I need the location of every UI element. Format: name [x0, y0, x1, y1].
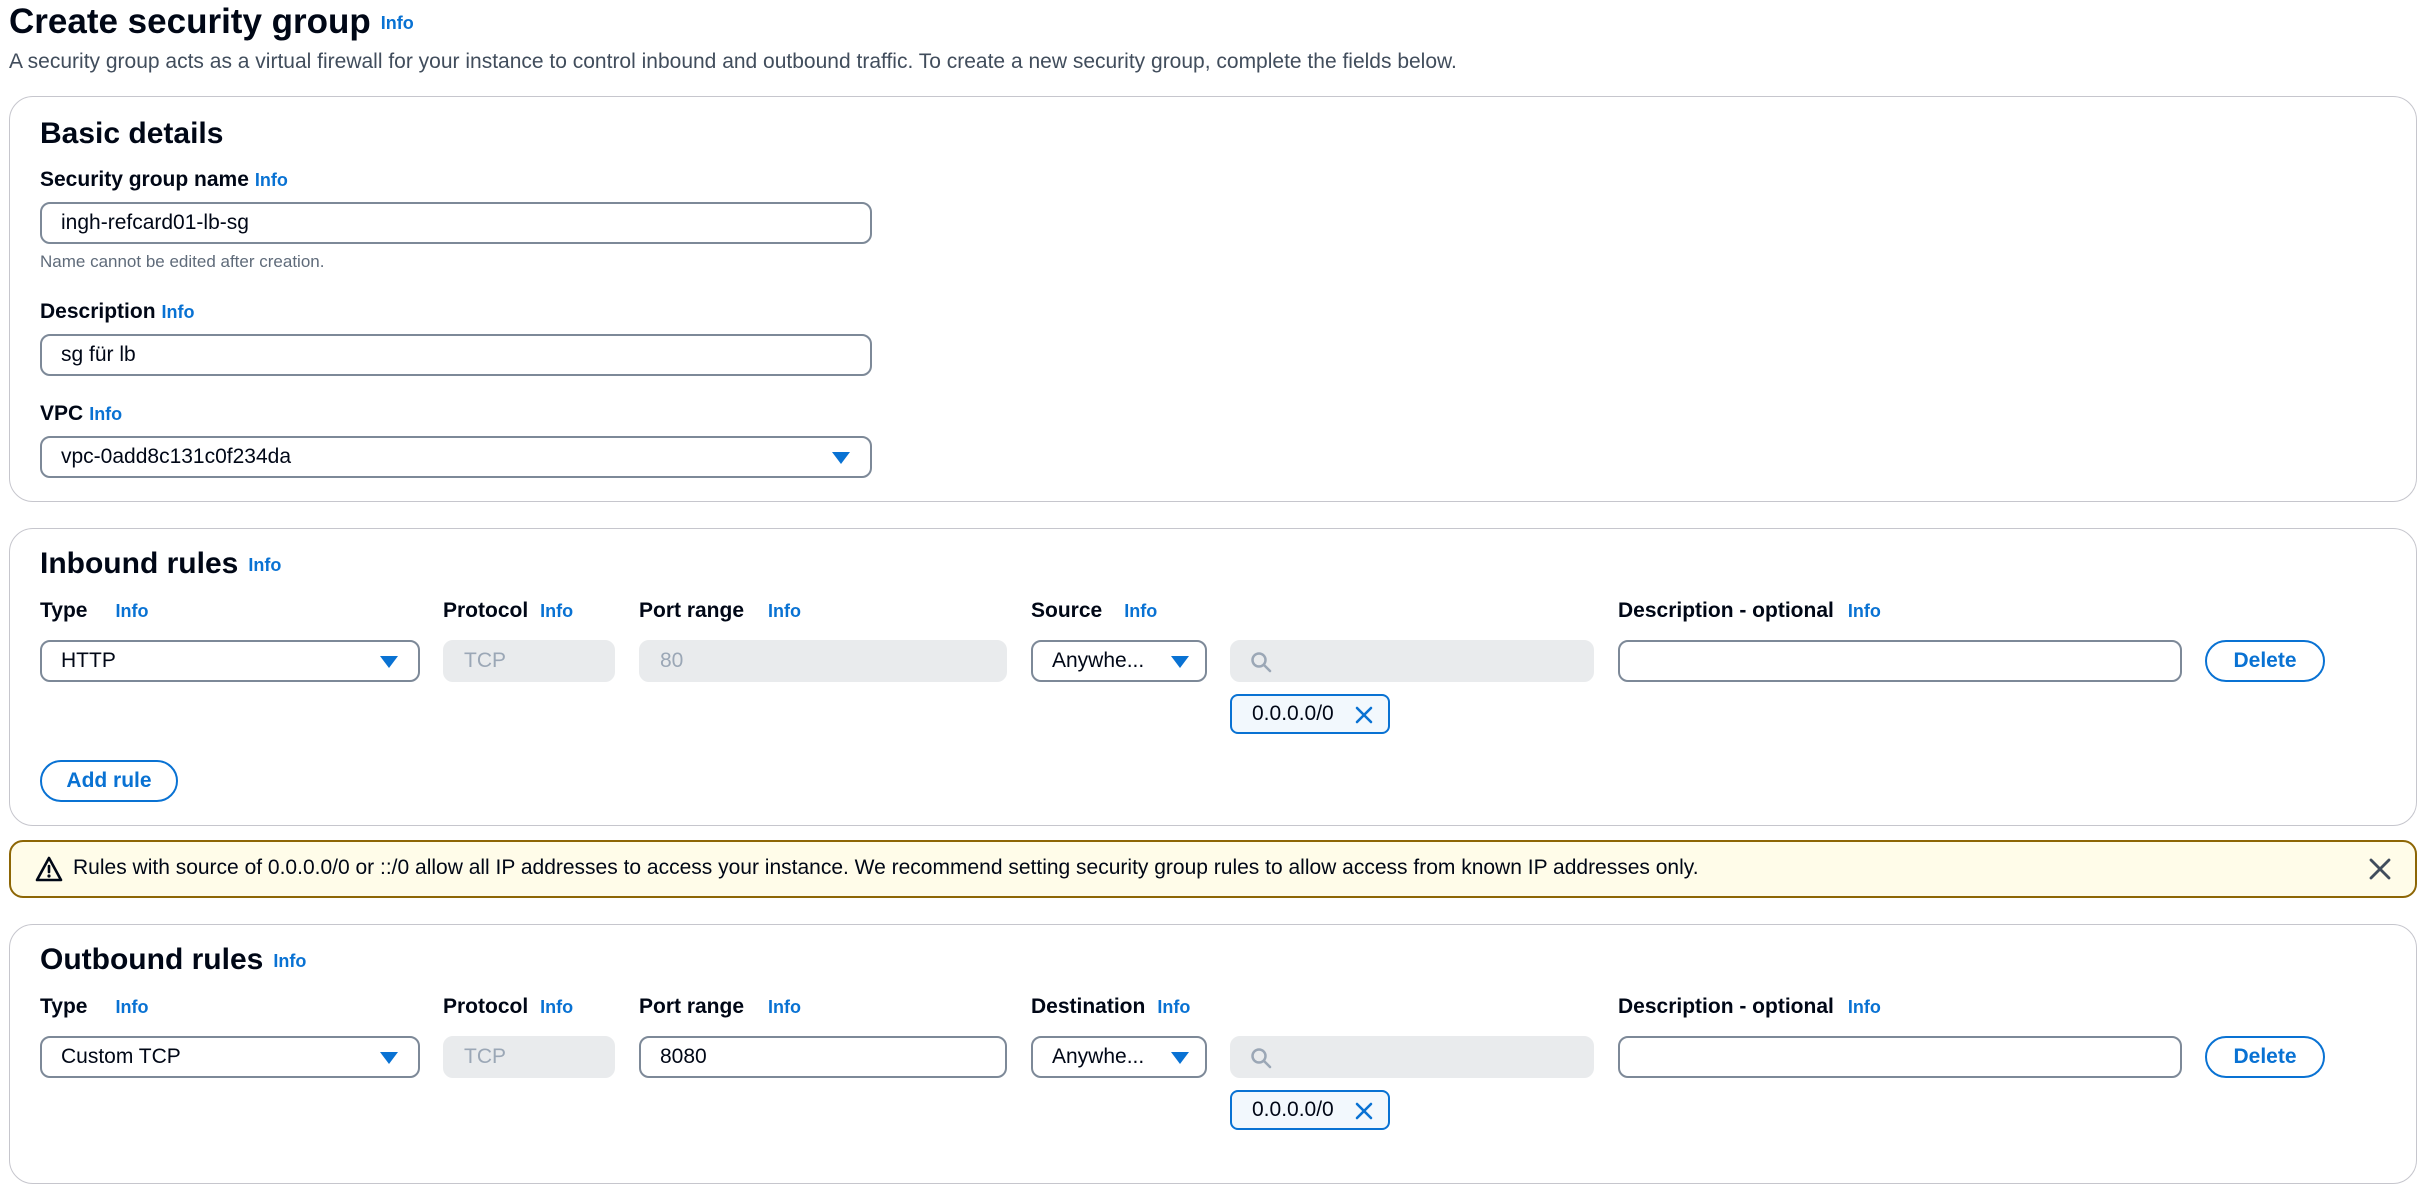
inbound-description-header: Description - optional Info	[1618, 599, 1881, 623]
outbound-rules-title: Outbound rules	[40, 943, 264, 976]
outbound-port-range-header: Port range Info	[639, 995, 801, 1019]
basic-details-title: Basic details	[40, 117, 224, 150]
inbound-type-info-link[interactable]: Info	[115, 601, 148, 621]
outbound-cidr-token: 0.0.0.0/0	[1230, 1090, 1390, 1130]
outbound-delete-button[interactable]: Delete	[2205, 1036, 2325, 1078]
chevron-down-icon	[1171, 656, 1189, 668]
chevron-down-icon	[380, 656, 398, 668]
outbound-rules-heading: Outbound rules Info	[40, 943, 306, 977]
page-description: A security group acts as a virtual firew…	[9, 50, 1457, 73]
security-group-name-hint: Name cannot be edited after creation.	[40, 252, 325, 271]
outbound-destination-header-text: Destination	[1031, 995, 1146, 1018]
outbound-destination-select[interactable]: Anywhe...	[1031, 1036, 1207, 1078]
inbound-cidr-token-text: 0.0.0.0/0	[1252, 702, 1334, 725]
warning-icon	[35, 856, 63, 882]
inbound-cidr-search-input[interactable]	[1230, 640, 1594, 682]
security-group-name-input[interactable]: ingh-refcard01-lb-sg	[40, 202, 872, 244]
outbound-destination-header: Destination Info	[1031, 995, 1190, 1019]
outbound-protocol-header-text: Protocol	[443, 995, 529, 1018]
outbound-rules-panel: Outbound rules Info Type Info Protocol Info…	[9, 924, 2417, 1184]
outbound-rules-info-link[interactable]: Info	[273, 951, 306, 971]
outbound-port-range-info-link[interactable]: Info	[768, 997, 801, 1017]
inbound-description-input[interactable]	[1618, 640, 2182, 682]
outbound-description-info-link[interactable]: Info	[1848, 997, 1881, 1017]
security-group-name-label-text: Security group name	[40, 168, 249, 191]
close-icon[interactable]	[1354, 1101, 1374, 1121]
inbound-port-range-header: Port range Info	[639, 599, 801, 623]
outbound-destination-value: Anywhe...	[1052, 1045, 1145, 1068]
outbound-description-header: Description - optional Info	[1618, 995, 1881, 1019]
inbound-type-header: Type Info	[40, 599, 148, 623]
outbound-description-input[interactable]	[1618, 1036, 2182, 1078]
chevron-down-icon	[832, 452, 850, 464]
security-group-name-info-link[interactable]: Info	[255, 170, 288, 190]
close-icon[interactable]	[1354, 705, 1374, 725]
outbound-cidr-search-input[interactable]	[1230, 1036, 1594, 1078]
inbound-source-info-link[interactable]: Info	[1124, 601, 1157, 621]
outbound-description-header-text: Description - optional	[1618, 995, 1834, 1018]
inbound-source-select[interactable]: Anywhe...	[1031, 640, 1207, 682]
security-group-name-label: Security group name Info	[40, 168, 288, 192]
description-input[interactable]: sg für lb	[40, 334, 872, 376]
inbound-source-header-text: Source	[1031, 599, 1103, 622]
inbound-protocol-field: TCP	[443, 640, 615, 682]
inbound-rules-heading: Inbound rules Info	[40, 547, 281, 581]
inbound-protocol-info-link[interactable]: Info	[540, 601, 573, 621]
search-icon	[1251, 1048, 1272, 1069]
description-label-text: Description	[40, 300, 156, 323]
page-title-info-link[interactable]: Info	[381, 13, 414, 33]
description-label: Description Info	[40, 300, 195, 324]
outbound-port-range-input[interactable]: 8080	[639, 1036, 1007, 1078]
inbound-port-range-field: 80	[639, 640, 1007, 682]
inbound-type-select[interactable]: HTTP	[40, 640, 420, 682]
warning-alert: Rules with source of 0.0.0.0/0 or ::/0 a…	[9, 840, 2417, 898]
description-info-link[interactable]: Info	[162, 302, 195, 322]
search-icon	[1251, 652, 1272, 673]
outbound-protocol-header: Protocol Info	[443, 995, 573, 1019]
basic-details-panel: Basic details Security group name Info in…	[9, 96, 2417, 502]
warning-alert-text: Rules with source of 0.0.0.0/0 or ::/0 a…	[73, 856, 1699, 879]
inbound-source-value: Anywhe...	[1052, 649, 1145, 672]
inbound-source-header: Source Info	[1031, 599, 1157, 623]
inbound-port-range-info-link[interactable]: Info	[768, 601, 801, 621]
outbound-type-header: Type Info	[40, 995, 148, 1019]
outbound-protocol-field: TCP	[443, 1036, 615, 1078]
outbound-destination-info-link[interactable]: Info	[1157, 997, 1190, 1017]
page-title: Create security group Info	[9, 2, 414, 42]
outbound-type-header-text: Type	[40, 995, 88, 1018]
inbound-protocol-header: Protocol Info	[443, 599, 573, 623]
outbound-cidr-token-text: 0.0.0.0/0	[1252, 1098, 1334, 1121]
close-icon[interactable]	[2367, 856, 2393, 882]
inbound-rules-info-link[interactable]: Info	[248, 555, 281, 575]
chevron-down-icon	[1171, 1052, 1189, 1064]
outbound-type-value: Custom TCP	[61, 1045, 181, 1068]
basic-details-heading: Basic details	[40, 117, 223, 151]
inbound-rules-panel: Inbound rules Info Type Info Protocol Info …	[9, 528, 2417, 826]
outbound-port-range-header-text: Port range	[639, 995, 745, 1018]
inbound-protocol-header-text: Protocol	[443, 599, 529, 622]
vpc-select[interactable]: vpc-0add8c131c0f234da	[40, 436, 872, 478]
inbound-cidr-token: 0.0.0.0/0	[1230, 694, 1390, 734]
inbound-description-info-link[interactable]: Info	[1848, 601, 1881, 621]
inbound-rules-title: Inbound rules	[40, 547, 239, 580]
vpc-select-value: vpc-0add8c131c0f234da	[61, 445, 292, 468]
add-rule-button[interactable]: Add rule	[40, 760, 178, 802]
vpc-label: VPC Info	[40, 402, 122, 426]
page-title-text: Create security group	[9, 2, 371, 41]
outbound-type-info-link[interactable]: Info	[115, 997, 148, 1017]
chevron-down-icon	[380, 1052, 398, 1064]
inbound-type-value: HTTP	[61, 649, 116, 672]
inbound-delete-button[interactable]: Delete	[2205, 640, 2325, 682]
vpc-info-link[interactable]: Info	[89, 404, 122, 424]
outbound-type-select[interactable]: Custom TCP	[40, 1036, 420, 1078]
vpc-label-text: VPC	[40, 402, 84, 425]
inbound-description-header-text: Description - optional	[1618, 599, 1834, 622]
inbound-type-header-text: Type	[40, 599, 88, 622]
outbound-protocol-info-link[interactable]: Info	[540, 997, 573, 1017]
inbound-port-range-header-text: Port range	[639, 599, 745, 622]
